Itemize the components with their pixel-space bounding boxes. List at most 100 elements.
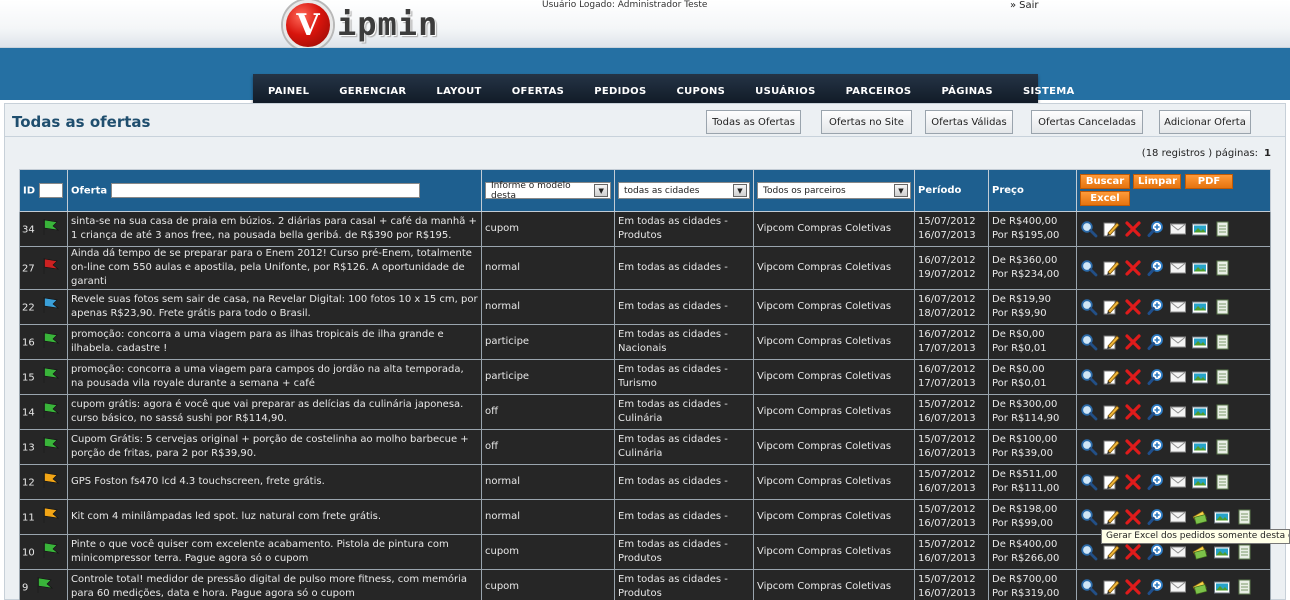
zoom-in-icon[interactable] — [1147, 578, 1165, 596]
nav-paginas[interactable]: PÁGINAS — [926, 86, 1008, 97]
email-icon[interactable] — [1169, 259, 1187, 277]
zoom-in-icon[interactable] — [1147, 438, 1165, 456]
row-offer[interactable]: promoção: concorra a uma viagem para as … — [67, 324, 482, 360]
nav-usuarios[interactable]: USUÁRIOS — [740, 86, 830, 97]
nav-cupons[interactable]: CUPONS — [662, 86, 741, 97]
delete-icon[interactable] — [1124, 220, 1142, 238]
photos-icon[interactable] — [1213, 543, 1231, 561]
zoom-in-icon[interactable] — [1147, 298, 1165, 316]
delete-icon[interactable] — [1124, 578, 1142, 596]
row-offer[interactable]: Revele suas fotos sem sair de casa, na R… — [67, 289, 482, 325]
row-offer[interactable]: sinta-se na sua casa de praia em búzios.… — [67, 211, 482, 247]
valid-offers-button[interactable]: Ofertas Válidas — [925, 110, 1013, 134]
email-icon[interactable] — [1169, 403, 1187, 421]
excel-export-icon[interactable] — [1213, 368, 1231, 386]
id-filter-input[interactable] — [38, 183, 63, 198]
partner-select[interactable]: Todos os parceiros ▼ — [757, 182, 911, 199]
delete-icon[interactable] — [1124, 473, 1142, 491]
search-button[interactable]: Buscar — [1080, 173, 1130, 189]
view-icon[interactable] — [1080, 368, 1098, 386]
edit-icon[interactable] — [1102, 508, 1120, 526]
excel-button[interactable]: Excel — [1080, 190, 1130, 206]
view-icon[interactable] — [1080, 438, 1098, 456]
coupons-icon[interactable] — [1191, 578, 1209, 596]
delete-icon[interactable] — [1124, 543, 1142, 561]
zoom-in-icon[interactable] — [1147, 508, 1165, 526]
edit-icon[interactable] — [1102, 438, 1120, 456]
clear-button[interactable]: Limpar — [1133, 173, 1182, 189]
delete-icon[interactable] — [1124, 403, 1142, 421]
view-icon[interactable] — [1080, 259, 1098, 277]
row-offer[interactable]: Ainda dá tempo de se preparar para o Ene… — [67, 246, 482, 290]
edit-icon[interactable] — [1102, 543, 1120, 561]
zoom-in-icon[interactable] — [1147, 473, 1165, 491]
excel-export-icon[interactable] — [1235, 578, 1253, 596]
email-icon[interactable] — [1169, 543, 1187, 561]
coupons-icon[interactable] — [1191, 508, 1209, 526]
email-icon[interactable] — [1169, 473, 1187, 491]
row-offer[interactable]: Kit com 4 minilâmpadas led spot. luz nat… — [67, 499, 482, 535]
nav-gerenciar[interactable]: GERENCIAR — [324, 86, 421, 97]
edit-icon[interactable] — [1102, 578, 1120, 596]
photos-icon[interactable] — [1213, 508, 1231, 526]
excel-export-icon[interactable] — [1213, 259, 1231, 277]
view-icon[interactable] — [1080, 473, 1098, 491]
excel-export-icon[interactable] — [1213, 220, 1231, 238]
row-offer[interactable]: promoção: concorra a uma viagem para cam… — [67, 359, 482, 395]
email-icon[interactable] — [1169, 298, 1187, 316]
row-offer[interactable]: cupom grátis: agora é você que vai prepa… — [67, 394, 482, 430]
email-icon[interactable] — [1169, 220, 1187, 238]
photos-icon[interactable] — [1213, 578, 1231, 596]
edit-icon[interactable] — [1102, 298, 1120, 316]
excel-export-icon[interactable] — [1213, 403, 1231, 421]
nav-layout[interactable]: LAYOUT — [421, 86, 496, 97]
zoom-in-icon[interactable] — [1147, 543, 1165, 561]
photos-icon[interactable] — [1191, 298, 1209, 316]
add-offer-button[interactable]: Adicionar Oferta — [1159, 110, 1251, 134]
view-icon[interactable] — [1080, 578, 1098, 596]
vipmin-logo[interactable]: V ipmin — [283, 0, 438, 50]
row-offer[interactable]: GPS Foston fs470 lcd 4.3 touchscreen, fr… — [67, 464, 482, 500]
edit-icon[interactable] — [1102, 333, 1120, 351]
row-offer[interactable]: Cupom Grátis: 5 cervejas original + porç… — [67, 429, 482, 465]
zoom-in-icon[interactable] — [1147, 333, 1165, 351]
page-number-link[interactable]: 1 — [1264, 148, 1271, 159]
nav-ofertas[interactable]: OFERTAS — [497, 86, 580, 97]
excel-export-icon[interactable] — [1213, 473, 1231, 491]
excel-export-icon[interactable] — [1235, 508, 1253, 526]
delete-icon[interactable] — [1124, 298, 1142, 316]
view-icon[interactable] — [1080, 298, 1098, 316]
view-icon[interactable] — [1080, 403, 1098, 421]
zoom-in-icon[interactable] — [1147, 259, 1165, 277]
email-icon[interactable] — [1169, 578, 1187, 596]
delete-icon[interactable] — [1124, 368, 1142, 386]
delete-icon[interactable] — [1124, 333, 1142, 351]
cancelled-offers-button[interactable]: Ofertas Canceladas — [1031, 110, 1143, 134]
photos-icon[interactable] — [1191, 403, 1209, 421]
nav-parceiros[interactable]: PARCEIROS — [831, 86, 927, 97]
photos-icon[interactable] — [1191, 333, 1209, 351]
excel-export-icon[interactable] — [1213, 438, 1231, 456]
nav-painel[interactable]: PAINEL — [253, 86, 324, 97]
excel-export-icon[interactable] — [1213, 298, 1231, 316]
excel-export-icon[interactable] — [1235, 543, 1253, 561]
email-icon[interactable] — [1169, 508, 1187, 526]
photos-icon[interactable] — [1191, 438, 1209, 456]
all-offers-button[interactable]: Todas as Ofertas — [706, 110, 801, 134]
zoom-in-icon[interactable] — [1147, 220, 1165, 238]
email-icon[interactable] — [1169, 333, 1187, 351]
row-offer[interactable]: Controle total! medidor de pressão digit… — [67, 569, 482, 600]
delete-icon[interactable] — [1124, 259, 1142, 277]
view-icon[interactable] — [1080, 508, 1098, 526]
photos-icon[interactable] — [1191, 473, 1209, 491]
view-icon[interactable] — [1080, 220, 1098, 238]
edit-icon[interactable] — [1102, 220, 1120, 238]
row-offer[interactable]: Pinte o que você quiser com excelente ac… — [67, 534, 482, 570]
edit-icon[interactable] — [1102, 403, 1120, 421]
edit-icon[interactable] — [1102, 259, 1120, 277]
zoom-in-icon[interactable] — [1147, 403, 1165, 421]
photos-icon[interactable] — [1191, 368, 1209, 386]
photos-icon[interactable] — [1191, 259, 1209, 277]
site-offers-button[interactable]: Ofertas no Site — [821, 110, 912, 134]
email-icon[interactable] — [1169, 438, 1187, 456]
